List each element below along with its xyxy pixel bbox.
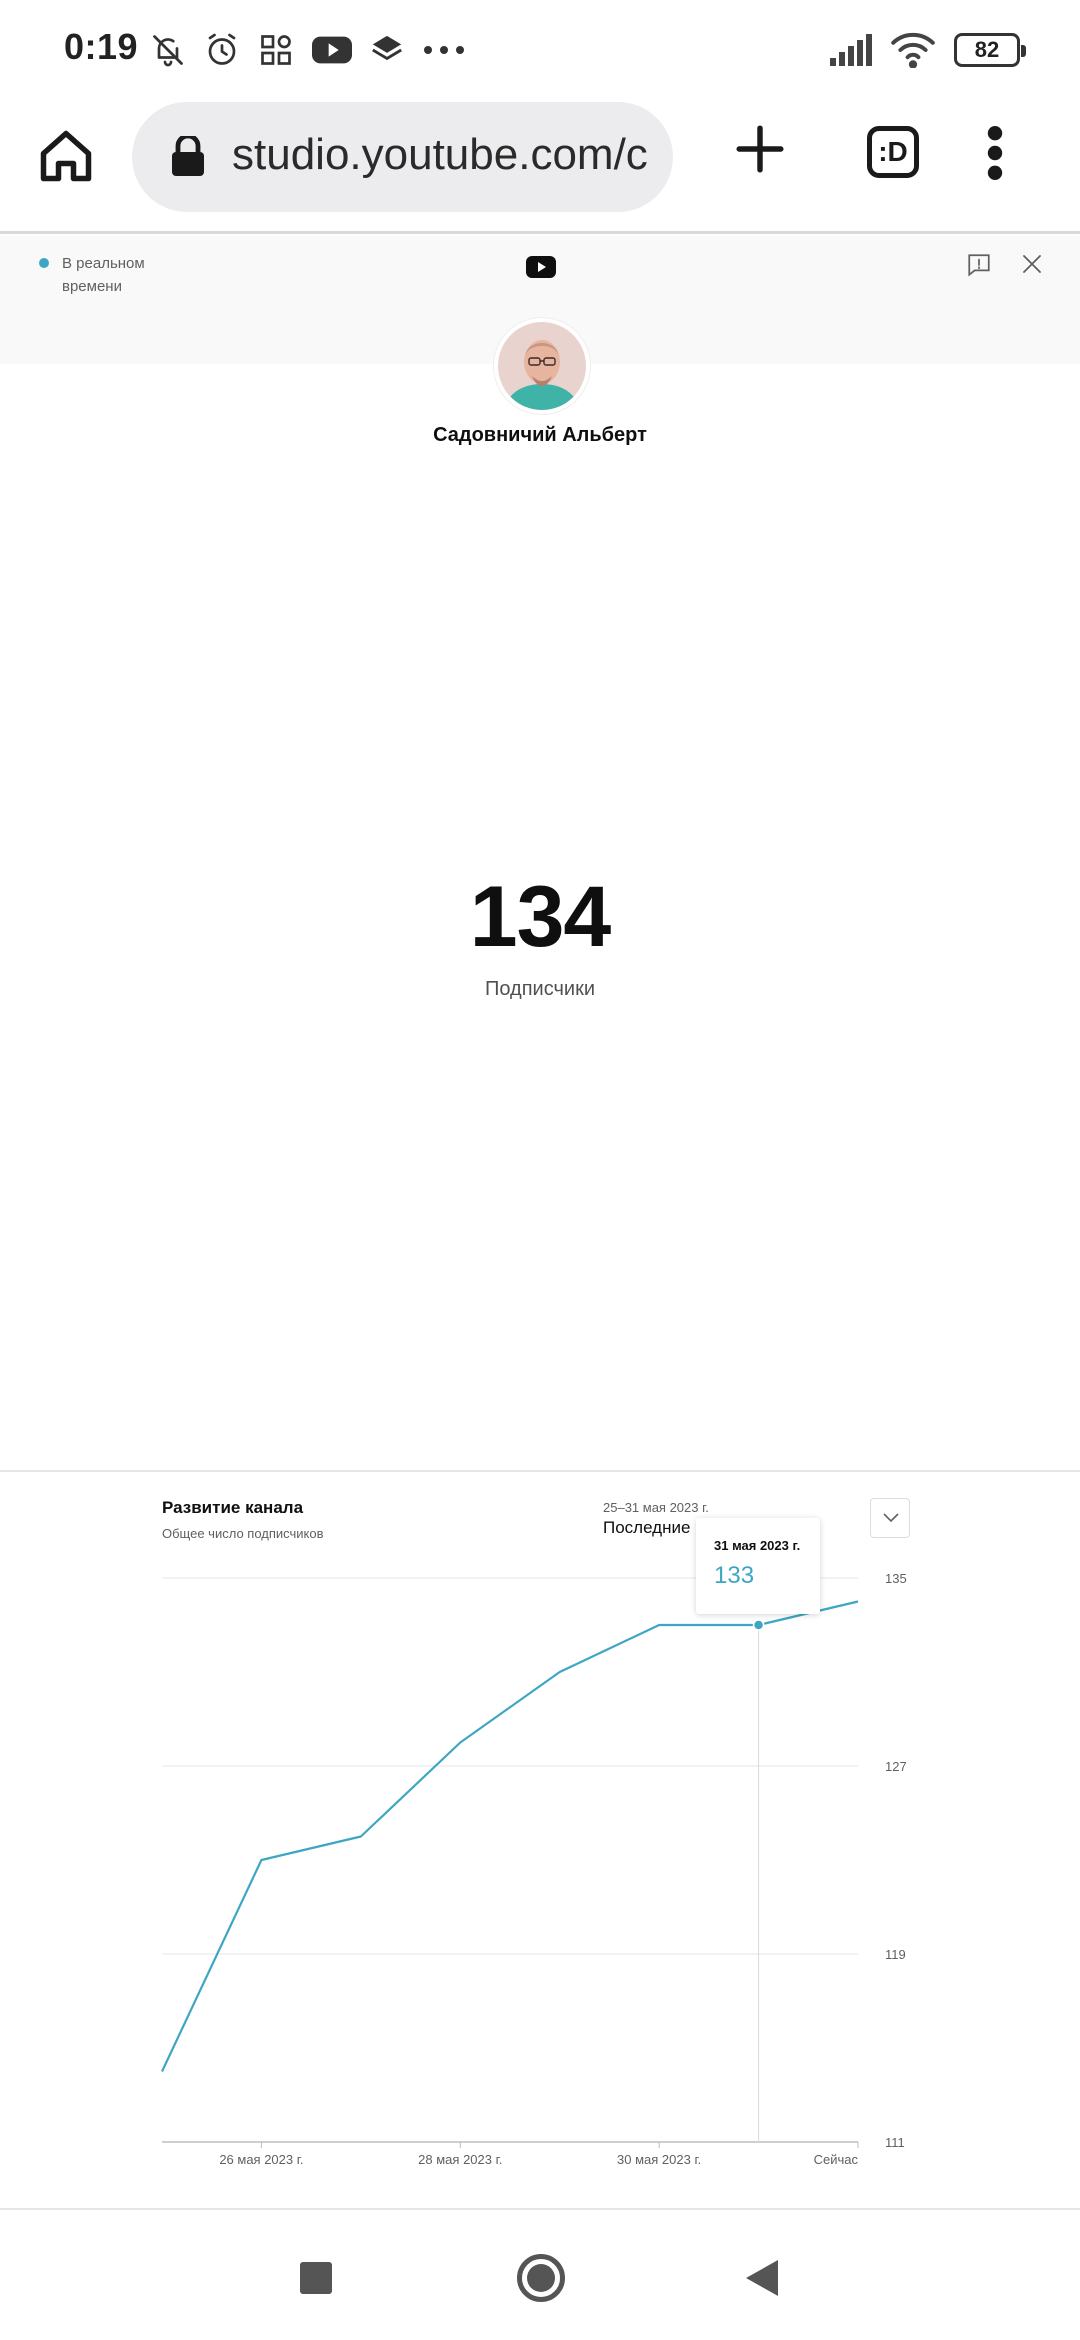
lock-icon — [172, 136, 204, 176]
y-tick-label: 111 — [885, 2135, 905, 2150]
layers-icon — [372, 35, 402, 61]
y-tick-label: 135 — [885, 1571, 907, 1586]
home-button[interactable] — [517, 2254, 565, 2302]
more-dots-icon — [424, 46, 464, 54]
status-time: 0:19 — [64, 26, 139, 67]
status-icons-right: 82 — [830, 28, 1026, 72]
y-tick-label: 127 — [885, 1759, 907, 1774]
bell-off-icon — [153, 35, 183, 67]
new-tab-icon[interactable] — [735, 124, 785, 174]
youtube-icon — [312, 36, 352, 64]
close-icon[interactable] — [1020, 252, 1044, 276]
status-bar: 0:19 82 — [0, 0, 1080, 96]
back-button[interactable] — [744, 2258, 780, 2298]
battery-icon: 82 — [954, 33, 1026, 67]
x-tick-label: 28 мая 2023 г. — [418, 2152, 502, 2167]
grid-icon — [261, 35, 291, 65]
url-text: studio.youtube.com/c — [232, 130, 648, 179]
status-icons-left — [150, 28, 466, 72]
avatar-image — [498, 322, 586, 410]
feedback-icon[interactable] — [966, 252, 992, 278]
period-dropdown[interactable]: Последние 7 — [603, 1518, 703, 1538]
chart-title: Развитие канала — [162, 1498, 304, 1517]
tab-switcher-button[interactable]: :D — [867, 126, 919, 178]
subscriber-label: Подписчики — [484, 978, 596, 1000]
subscribers-line-chart: 111 119 127 135 26 мая 2023 г. 28 мая 2023 г.… — [161, 1571, 907, 2167]
channel-name: Садовничий Альберт — [433, 424, 647, 446]
home-icon[interactable] — [36, 126, 96, 186]
series-line — [161, 1600, 859, 2072]
y-tick-label: 119 — [885, 1947, 906, 1962]
x-tick-label: 26 мая 2023 г. — [219, 2152, 303, 2167]
chevron-down-icon — [883, 1513, 899, 1523]
chart-subtitle: Общее число подписчиков — [162, 1526, 324, 1541]
chart-tooltip: 31 мая 2023 г. 133 — [696, 1518, 820, 1614]
wifi-icon — [891, 32, 935, 68]
youtube-logo-icon — [526, 256, 556, 278]
expand-button[interactable] — [870, 1498, 910, 1538]
tooltip-date: 31 мая 2023 г. — [714, 1538, 801, 1553]
alarm-icon — [208, 33, 236, 65]
subscriber-count: 134 — [469, 869, 612, 965]
live-label: В реальном времени — [62, 255, 145, 295]
live-indicator-dot — [39, 258, 49, 268]
address-bar[interactable]: studio.youtube.com/c — [132, 102, 673, 212]
highlight-point — [752, 1619, 765, 1631]
x-tick-label: Сейчас — [814, 2152, 859, 2167]
channel-avatar — [494, 318, 590, 414]
browser-menu-icon[interactable] — [980, 126, 1010, 180]
x-tick-label: 30 мая 2023 г. — [617, 2152, 701, 2167]
recent-apps-button[interactable] — [300, 2262, 332, 2294]
tooltip-value: 133 — [714, 1562, 755, 1589]
date-range-label: 25–31 мая 2023 г. — [603, 1500, 709, 1515]
system-nav-bar — [0, 2212, 1080, 2340]
browser-toolbar: studio.youtube.com/c :D — [0, 96, 1080, 234]
channel-growth-card: 111 119 127 135 26 мая 2023 г. 28 мая 2023 г.… — [0, 1470, 1080, 2210]
signal-icon — [830, 34, 872, 66]
